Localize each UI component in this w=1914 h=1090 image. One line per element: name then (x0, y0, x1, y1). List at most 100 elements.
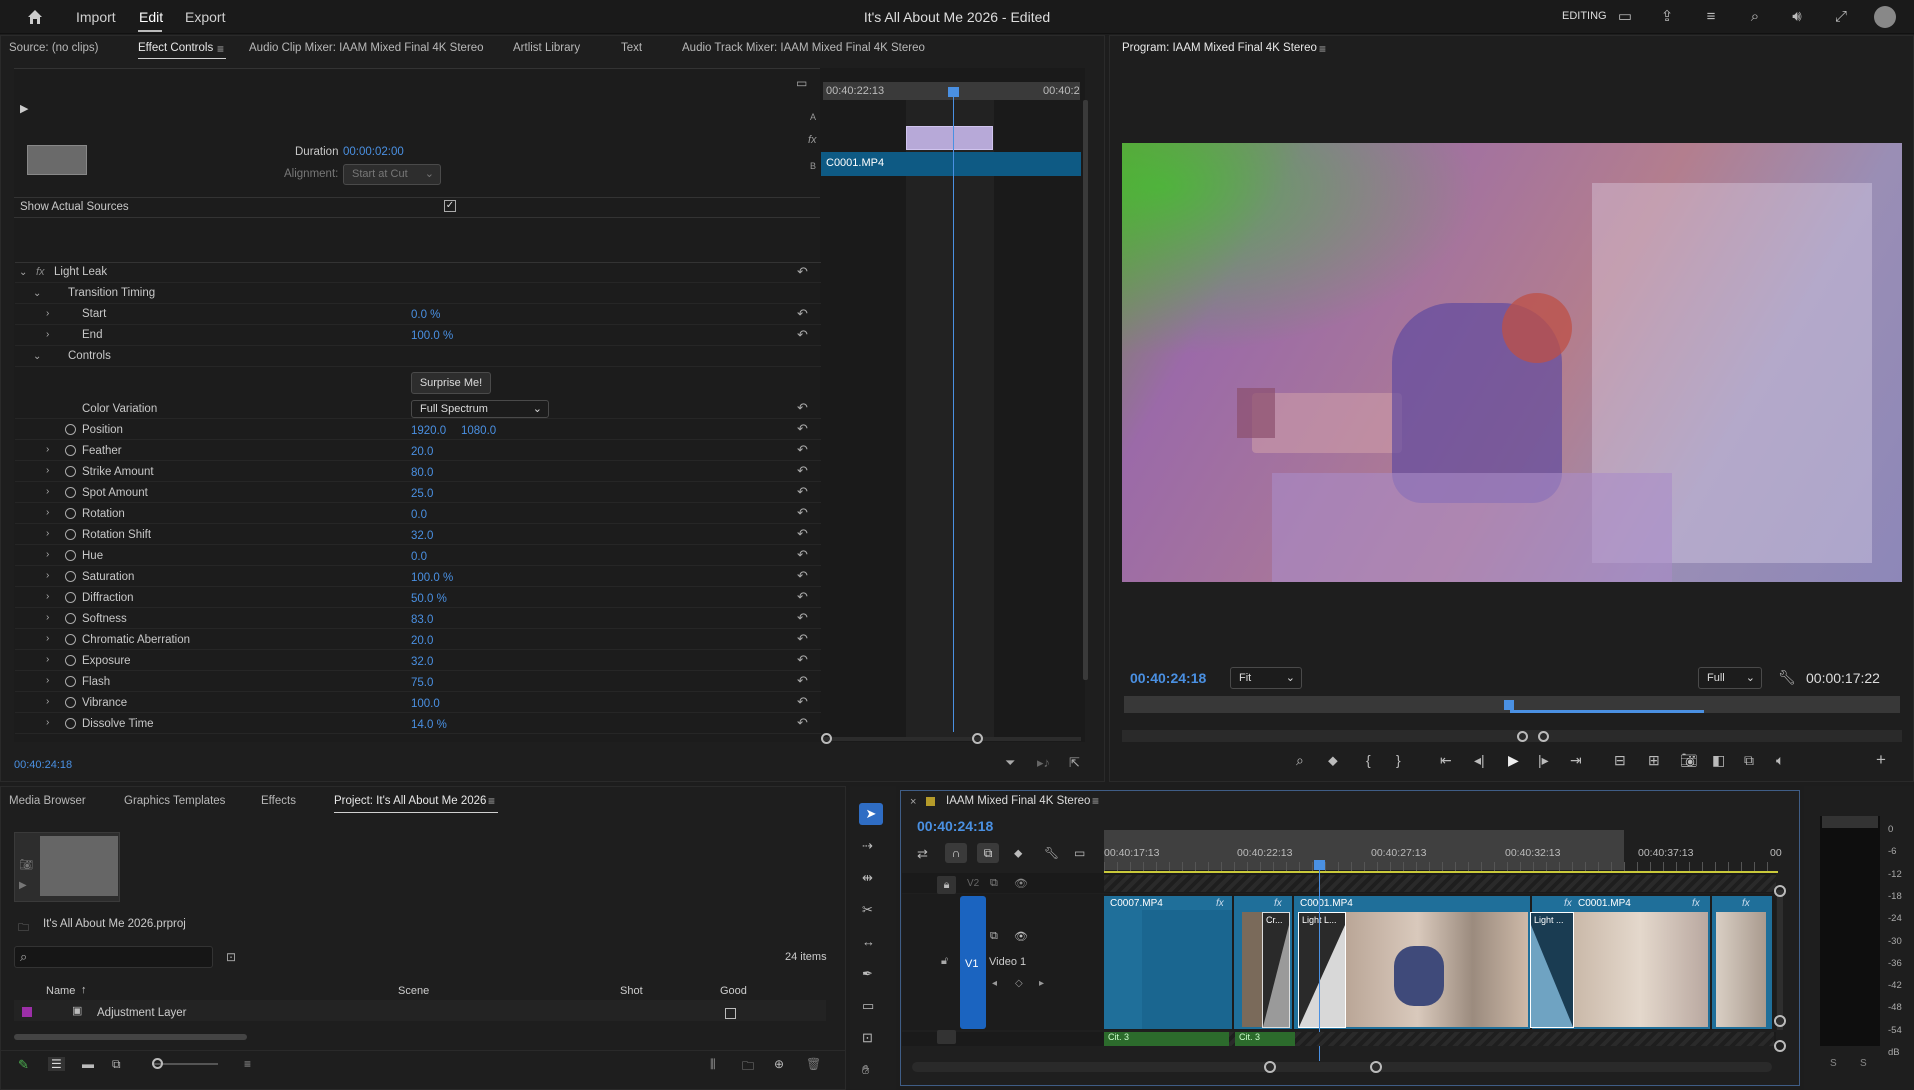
track-select-tool-icon[interactable]: ⇢ (862, 838, 873, 854)
sort-up-icon[interactable]: ↑ (81, 984, 87, 996)
transition-clip-block[interactable] (906, 126, 993, 150)
wrench-icon[interactable]: 🔧︎ (1044, 846, 1059, 860)
reset-icon[interactable]: ↶ (797, 264, 808, 280)
a-scroll-handle[interactable] (1774, 1040, 1786, 1052)
fit-select[interactable]: Fit ⌄ (1230, 667, 1302, 689)
ec-zoom-handle-right[interactable] (972, 733, 983, 744)
multicam-icon[interactable]: ⧉ (1744, 752, 1754, 769)
stopwatch-icon[interactable] (65, 571, 76, 582)
program-zoom-handle-left[interactable] (1517, 731, 1528, 742)
position-x-value[interactable]: 1920.0 (411, 425, 446, 437)
collapse-chevron-icon[interactable]: ⌄ (33, 288, 41, 299)
lock-icon[interactable]: 🔓︎ (941, 955, 948, 968)
stopwatch-icon[interactable] (65, 613, 76, 624)
sort-icon[interactable]: ≡ (244, 1057, 251, 1071)
tab-project[interactable]: Project: It's All About Me 2026 (334, 795, 486, 807)
workspace-label[interactable]: EDITING (1562, 10, 1607, 22)
reset-icon[interactable]: ↶ (797, 547, 808, 563)
expand-chevron-icon[interactable]: › (46, 528, 49, 539)
workspace-panel-icon[interactable]: ▭ (1616, 8, 1634, 26)
show-actual-sources-checkbox[interactable]: ✓ (444, 200, 456, 212)
param-value[interactable]: 100.0 (411, 698, 440, 710)
icon-view-icon[interactable]: ▬ (82, 1057, 94, 1071)
timeline-horizontal-scrollbar[interactable] (912, 1062, 1772, 1072)
stopwatch-icon[interactable] (65, 487, 76, 498)
stopwatch-icon[interactable] (65, 466, 76, 477)
audio-clip[interactable]: Cit. 3 (1104, 1032, 1229, 1046)
export-frame-icon[interactable]: ⇱ (1069, 755, 1080, 771)
automate-icon[interactable]: ⫼ (710, 1057, 716, 1072)
start-value[interactable]: 0.0 % (411, 309, 440, 321)
reset-icon[interactable]: ↶ (797, 673, 808, 689)
tab-source[interactable]: Source: (no clips) (9, 42, 98, 54)
add-marker-icon[interactable]: ⬥ (1328, 752, 1338, 769)
snap-icon[interactable]: ∩ (945, 843, 967, 863)
eye-icon[interactable]: 👁︎ (1014, 930, 1028, 943)
reset-icon[interactable]: ↶ (797, 568, 808, 584)
captions-icon[interactable]: ▭ (1074, 846, 1085, 860)
panel-menu-icon[interactable]: ≡ (1092, 794, 1099, 808)
play-icon[interactable]: ▶ (19, 880, 27, 891)
zoom-tool-icon[interactable]: ⊡ (862, 1030, 873, 1046)
transition-block[interactable]: Light L... (1298, 912, 1346, 1028)
camera-icon[interactable]: 📷︎ (1680, 752, 1698, 769)
expand-chevron-icon[interactable]: › (46, 675, 49, 686)
program-zoom-bar[interactable] (1122, 730, 1902, 742)
avatar[interactable] (1874, 6, 1896, 28)
param-value[interactable]: 80.0 (411, 467, 433, 479)
rectangle-tool-icon[interactable]: ▭ (862, 998, 874, 1014)
ec-zoom-bar[interactable] (823, 737, 1081, 741)
duration-value[interactable]: 00:00:02:00 (343, 146, 404, 158)
stopwatch-icon[interactable] (65, 445, 76, 456)
lock-icon[interactable]: 🔒︎ (937, 876, 956, 894)
tab-audio-track-mixer[interactable]: Audio Track Mixer: IAAM Mixed Final 4K S… (682, 42, 925, 54)
selection-tool-icon[interactable]: ➤ (859, 803, 883, 825)
reset-icon[interactable]: ↶ (797, 306, 808, 322)
sync-lock-icon[interactable]: ⧉ (990, 930, 998, 943)
reset-icon[interactable]: ↶ (797, 421, 808, 437)
reset-icon[interactable]: ↶ (797, 400, 808, 416)
next-keyframe-icon[interactable]: ▸ (1039, 978, 1044, 989)
expand-chevron-icon[interactable]: › (46, 696, 49, 707)
stopwatch-icon[interactable] (65, 424, 76, 435)
param-value[interactable]: 25.0 (411, 488, 433, 500)
panel-menu-icon[interactable]: ≡ (217, 42, 224, 56)
v-track-scrollbar[interactable] (1777, 890, 1783, 1030)
expand-chevron-icon[interactable]: › (46, 633, 49, 644)
expand-chevron-icon[interactable]: › (46, 329, 49, 340)
expand-chevron-icon[interactable]: › (46, 507, 49, 518)
stopwatch-icon[interactable] (65, 529, 76, 540)
ec-playhead[interactable] (948, 87, 959, 97)
tab-audio-clip-mixer[interactable]: Audio Clip Mixer: IAAM Mixed Final 4K St… (249, 42, 484, 54)
v-scroll-handle-top[interactable] (1774, 885, 1786, 897)
prev-keyframe-icon[interactable]: ◂ (992, 978, 997, 989)
play-icon[interactable]: ▶ (20, 102, 28, 115)
video-clip[interactable]: fx (1712, 896, 1772, 1029)
reset-icon[interactable]: ↶ (797, 463, 808, 479)
reset-icon[interactable]: ↶ (797, 505, 808, 521)
tab-media-browser[interactable]: Media Browser (9, 795, 86, 807)
slip-tool-icon[interactable]: ↔ (862, 934, 875, 949)
list-view-icon[interactable]: ☰ (48, 1057, 65, 1071)
tab-program[interactable]: Program: IAAM Mixed Final 4K Stereo (1122, 42, 1317, 54)
panel-menu-icon[interactable]: ≡ (1319, 42, 1326, 56)
param-value[interactable]: 50.0 % (411, 593, 447, 605)
expand-chevron-icon[interactable]: › (46, 308, 49, 319)
comparison-view-icon[interactable]: ◧ (1712, 752, 1725, 769)
color-variation-select[interactable]: Full Spectrum ⌄ (411, 400, 549, 418)
tab-sequence[interactable]: IAAM Mixed Final 4K Stereo (946, 795, 1090, 807)
tab-text[interactable]: Text (621, 42, 642, 54)
lift-icon[interactable]: ⊟ (1614, 752, 1626, 769)
column-good[interactable]: Good (720, 985, 747, 997)
param-value[interactable]: 20.0 (411, 635, 433, 647)
param-value[interactable]: 75.0 (411, 677, 433, 689)
reset-icon[interactable]: ↶ (797, 484, 808, 500)
reset-icon[interactable]: ↶ (797, 694, 808, 710)
expand-chevron-icon[interactable]: › (46, 612, 49, 623)
expand-chevron-icon[interactable]: › (46, 549, 49, 560)
label-color-swatch[interactable] (22, 1007, 32, 1017)
share-icon[interactable]: ⇪ (1658, 8, 1676, 26)
collapse-chevron-icon[interactable]: ⌄ (33, 351, 41, 362)
param-value[interactable]: 14.0 % (411, 719, 447, 731)
sync-lock-icon[interactable]: ⧉ (990, 877, 998, 890)
